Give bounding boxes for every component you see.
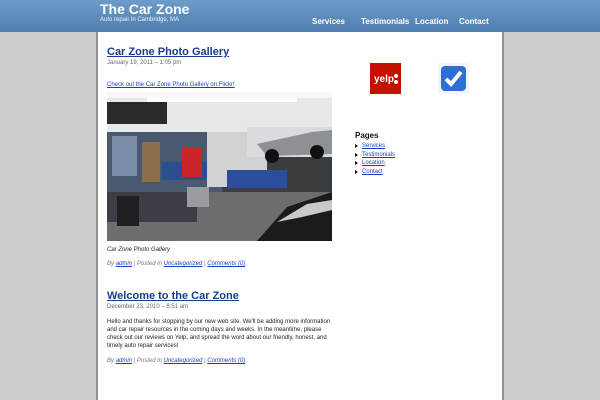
post-date: January 19, 2011 – 1:05 pm — [107, 60, 182, 66]
post-meta: By admin | Posted in Uncategorized | Com… — [107, 261, 337, 267]
nav-item-contact[interactable]: Contact — [459, 17, 489, 26]
photo-caption: Car Zone Photo Gallery — [107, 247, 171, 253]
nav-item-services[interactable]: Services — [312, 17, 345, 26]
post-date: December 23, 2010 – 8:51 am — [107, 304, 189, 310]
post-body: Hello and thanks for stopping by our new… — [107, 319, 331, 349]
list-item: Location — [355, 159, 395, 168]
sidebar-item-contact[interactable]: Contact — [362, 169, 383, 175]
site-header: The Car Zone Auto repair in Cambridge, M… — [0, 0, 600, 32]
sidebar-item-location[interactable]: Location — [362, 160, 385, 166]
meta-by: By — [107, 261, 115, 267]
post-welcome: Welcome to the Car Zone December 23, 201… — [107, 290, 337, 364]
flickr-gallery-link[interactable]: Check out the Car Zone Photo Gallery on … — [107, 82, 235, 88]
yelp-badge[interactable]: yelp — [370, 63, 401, 94]
post-photo-gallery: Car Zone Photo Gallery January 19, 2011 … — [107, 46, 337, 91]
list-item: Testimonials — [355, 151, 395, 160]
foursquare-check-icon — [438, 63, 469, 94]
category-link[interactable]: Uncategorized — [164, 261, 203, 267]
pages-list: Services Testimonials Location Contact — [355, 142, 395, 176]
comments-link[interactable]: Comments (0) — [207, 261, 245, 267]
author-link[interactable]: admin — [116, 358, 132, 364]
sidebar-item-services[interactable]: Services — [362, 143, 385, 149]
meta-separator: | — [204, 261, 206, 267]
meta-posted-in: | Posted in — [133, 261, 162, 267]
yelp-logo-text: yelp — [374, 74, 394, 85]
sidebar-pages: Pages Services Testimonials Location Con… — [355, 131, 395, 176]
category-link[interactable]: Uncategorized — [164, 358, 203, 364]
pages-heading: Pages — [355, 131, 379, 140]
list-item: Contact — [355, 168, 395, 177]
foursquare-badge[interactable] — [438, 63, 469, 94]
photo-caption-block: Car Zone Photo Gallery By admin | Posted… — [107, 247, 337, 267]
garage-photo-image — [107, 92, 332, 241]
yelp-logo: yelp — [370, 63, 401, 94]
meta-posted-in: | Posted in — [133, 358, 162, 364]
meta-separator: | — [204, 358, 206, 364]
sidebar-item-testimonials[interactable]: Testimonials — [362, 152, 395, 158]
list-item: Services — [355, 142, 395, 151]
post-title[interactable]: Car Zone Photo Gallery — [107, 46, 337, 59]
meta-by: By — [107, 358, 115, 364]
post-meta: By admin | Posted in Uncategorized | Com… — [107, 358, 337, 364]
garage-photo[interactable] — [107, 92, 332, 241]
author-link[interactable]: admin — [116, 261, 132, 267]
comments-link[interactable]: Comments (0) — [207, 358, 245, 364]
site-title[interactable]: The Car Zone — [100, 1, 189, 17]
nav-item-location[interactable]: Location — [415, 17, 448, 26]
main-nav: Services Testimonials Location Contact — [0, 17, 600, 29]
nav-item-testimonials[interactable]: Testimonials — [361, 17, 409, 26]
post-title[interactable]: Welcome to the Car Zone — [107, 290, 337, 303]
